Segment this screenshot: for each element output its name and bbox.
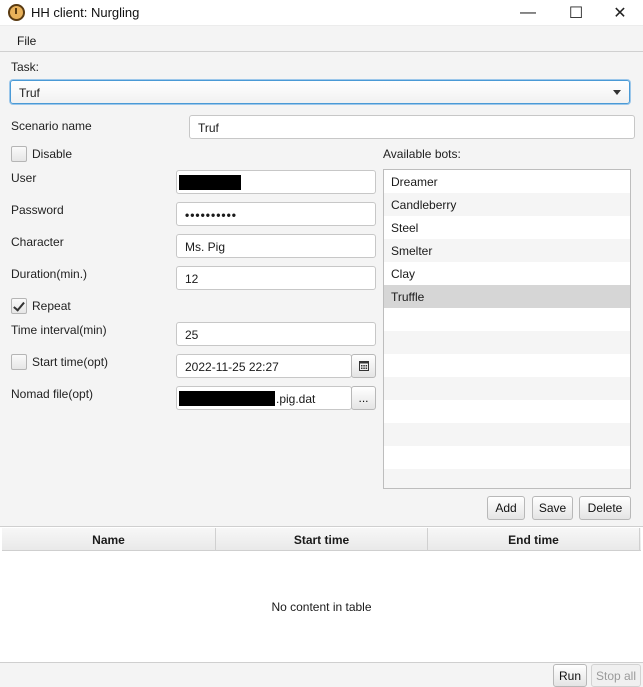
bottom-bar: [0, 662, 643, 687]
redacted-block: [179, 391, 275, 406]
disable-label: Disable: [32, 147, 73, 161]
scenario-name-value: Truf: [198, 121, 219, 135]
start-time-value: 2022-11-25 22:27: [185, 360, 279, 374]
list-item[interactable]: Steel: [384, 216, 630, 239]
password-input[interactable]: ••••••••••: [176, 202, 376, 226]
character-input[interactable]: Ms. Pig: [176, 234, 376, 258]
repeat-label: Repeat: [32, 299, 71, 313]
table-empty-message: No content in table: [271, 600, 372, 614]
available-bots-label: Available bots:: [383, 147, 461, 161]
save-button[interactable]: Save: [532, 496, 573, 520]
list-item[interactable]: Smelter: [384, 239, 630, 262]
chevron-down-icon: [613, 90, 621, 95]
add-button[interactable]: Add: [487, 496, 525, 520]
task-select-value: Truf: [19, 86, 40, 100]
calendar-icon: [358, 361, 369, 371]
empty-row: [384, 331, 630, 354]
character-value: Ms. Pig: [185, 240, 226, 254]
start-time-checkbox[interactable]: [11, 354, 27, 370]
available-bots-list[interactable]: Dreamer Candleberry Steel Smelter Clay T…: [383, 169, 631, 489]
delete-button[interactable]: Delete: [579, 496, 631, 520]
scenario-name-label: Scenario name: [11, 119, 92, 133]
date-picker-button[interactable]: [351, 354, 376, 378]
list-item-selected[interactable]: Truffle: [384, 285, 630, 308]
task-select[interactable]: Truf: [10, 80, 630, 104]
redacted-block: [179, 175, 241, 190]
empty-row: [384, 469, 630, 488]
nomad-file-label: Nomad file(opt): [11, 387, 94, 401]
empty-row: [384, 400, 630, 423]
column-header-name[interactable]: Name: [2, 528, 216, 551]
browse-button[interactable]: ...: [351, 386, 376, 410]
stop-all-button[interactable]: Stop all: [591, 664, 641, 687]
user-label: User: [11, 171, 37, 185]
menu-file[interactable]: File: [17, 34, 36, 48]
list-item[interactable]: Candleberry: [384, 193, 630, 216]
task-label: Task:: [11, 60, 40, 74]
column-header-start-time[interactable]: Start time: [216, 528, 428, 551]
nomad-file-input[interactable]: .pig.dat: [176, 386, 352, 410]
character-label: Character: [11, 235, 64, 249]
duration-label: Duration(min.): [11, 267, 88, 281]
nomad-file-suffix: .pig.dat: [276, 392, 316, 406]
empty-row: [384, 446, 630, 469]
minimize-button[interactable]: —: [505, 0, 551, 26]
time-interval-label: Time interval(min): [11, 323, 107, 337]
empty-row: [384, 377, 630, 400]
column-header-end-time[interactable]: End time: [428, 528, 640, 551]
menu-bar: [0, 30, 643, 52]
maximize-button[interactable]: ☐: [553, 0, 599, 26]
menu-separator: [0, 51, 643, 52]
empty-row: [384, 354, 630, 377]
window-title: HH client: Nurgling: [31, 5, 140, 20]
close-button[interactable]: ✕: [597, 0, 643, 26]
duration-value: 12: [185, 272, 199, 286]
user-input[interactable]: [176, 170, 376, 194]
repeat-checkbox[interactable]: [11, 298, 27, 314]
password-value: ••••••••••: [185, 208, 238, 222]
app-icon: [8, 4, 25, 21]
empty-row: [384, 423, 630, 446]
scenario-name-input[interactable]: Truf: [189, 115, 635, 139]
list-item[interactable]: Clay: [384, 262, 630, 285]
start-time-input[interactable]: 2022-11-25 22:27: [176, 354, 352, 378]
start-time-label: Start time(opt): [32, 355, 109, 369]
empty-row: [384, 308, 630, 331]
run-button[interactable]: Run: [553, 664, 587, 687]
time-interval-value: 25: [185, 328, 199, 342]
disable-checkbox[interactable]: [11, 146, 27, 162]
duration-input[interactable]: 12: [176, 266, 376, 290]
list-item[interactable]: Dreamer: [384, 170, 630, 193]
table-header: Name Start time End time: [2, 528, 641, 551]
password-label: Password: [11, 203, 64, 217]
time-interval-input[interactable]: 25: [176, 322, 376, 346]
